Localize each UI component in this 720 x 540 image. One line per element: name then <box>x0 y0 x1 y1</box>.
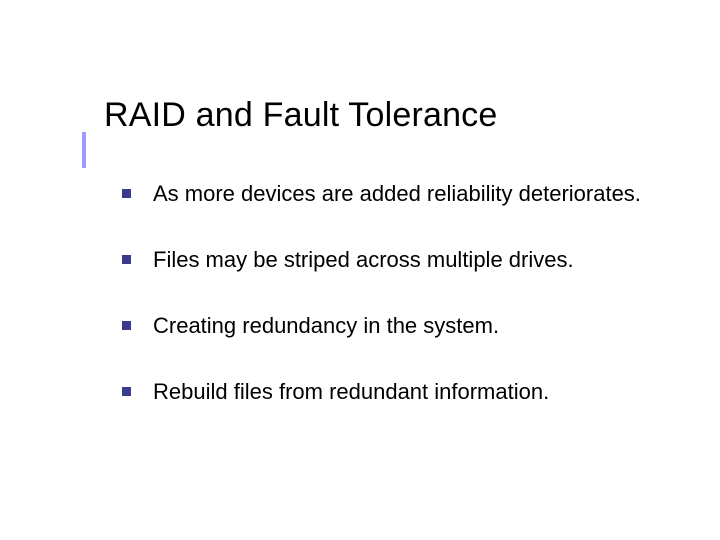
bullet-text: As more devices are added reliability de… <box>153 180 641 208</box>
square-bullet-icon <box>122 255 131 264</box>
bullet-text: Rebuild files from redundant information… <box>153 378 549 406</box>
title-container: RAID and Fault Tolerance <box>104 96 498 135</box>
bullet-text: Files may be striped across multiple dri… <box>153 246 574 274</box>
square-bullet-icon <box>122 189 131 198</box>
list-item: Creating redundancy in the system. <box>122 312 662 340</box>
bullet-list: As more devices are added reliability de… <box>122 180 662 407</box>
list-item: Files may be striped across multiple dri… <box>122 246 662 274</box>
list-item: Rebuild files from redundant information… <box>122 378 662 406</box>
square-bullet-icon <box>122 387 131 396</box>
list-item: As more devices are added reliability de… <box>122 180 662 208</box>
slide-title: RAID and Fault Tolerance <box>104 96 498 135</box>
title-accent-bar <box>82 132 86 168</box>
slide: RAID and Fault Tolerance As more devices… <box>0 0 720 540</box>
slide-body: As more devices are added reliability de… <box>122 180 662 407</box>
square-bullet-icon <box>122 321 131 330</box>
bullet-text: Creating redundancy in the system. <box>153 312 499 340</box>
